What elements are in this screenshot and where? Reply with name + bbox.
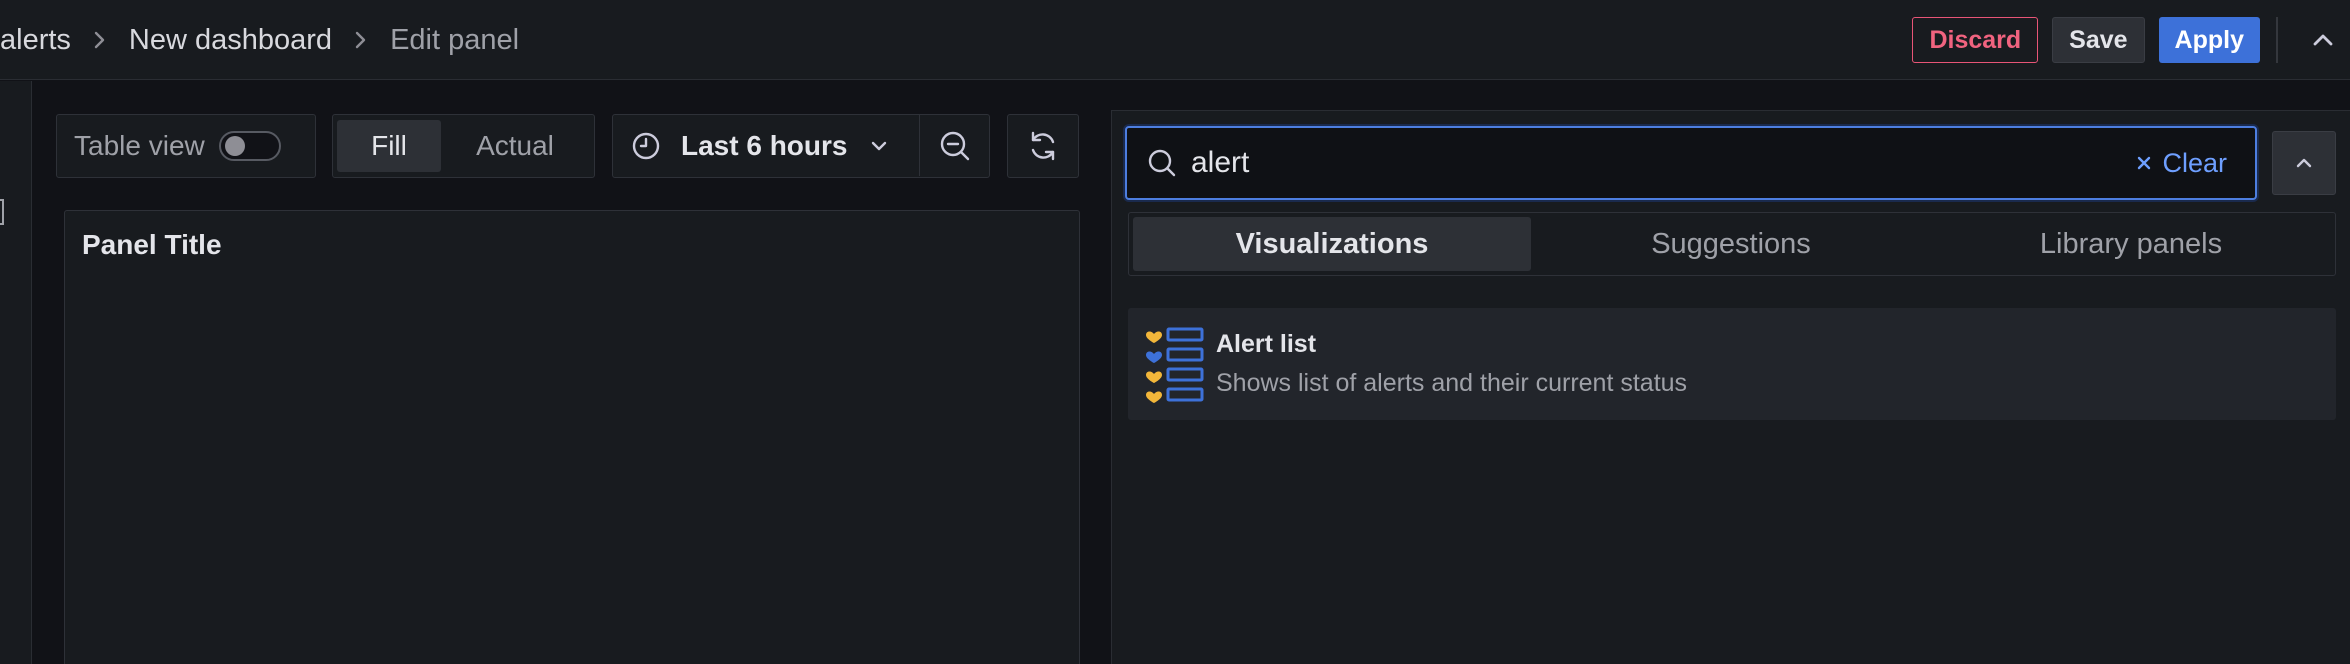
refresh-icon bbox=[1026, 129, 1060, 163]
tab-library-panels[interactable]: Library panels bbox=[1931, 217, 2331, 271]
actual-option[interactable]: Actual bbox=[441, 120, 589, 172]
left-sidebar-edge bbox=[0, 81, 32, 664]
table-view-control: Table view bbox=[56, 114, 316, 178]
discard-button[interactable]: Discard bbox=[1912, 17, 2039, 63]
collapse-toolbar-button[interactable] bbox=[2300, 17, 2346, 63]
fill-actual-switch: Fill Actual bbox=[332, 114, 595, 178]
collapse-options-button[interactable] bbox=[2272, 131, 2336, 195]
time-range-label: Last 6 hours bbox=[681, 130, 848, 161]
apply-button[interactable]: Apply bbox=[2158, 17, 2260, 63]
viz-result-alert-list[interactable]: Alert list Shows list of alerts and thei… bbox=[1128, 308, 2336, 420]
viz-result-text: Alert list Shows list of alerts and thei… bbox=[1216, 330, 1687, 398]
table-view-toggle[interactable] bbox=[218, 131, 281, 161]
breadcrumb-item-dashboard[interactable]: New dashboard bbox=[129, 24, 332, 57]
search-input[interactable]: alert Clear bbox=[1125, 126, 2257, 200]
sidebar-toggle-icon[interactable] bbox=[0, 199, 4, 225]
divider bbox=[2276, 17, 2278, 63]
chevron-up-icon bbox=[2311, 32, 2335, 48]
clear-search-button[interactable]: Clear bbox=[2136, 148, 2227, 179]
refresh-button[interactable] bbox=[1007, 114, 1079, 178]
chevron-right-icon bbox=[93, 30, 107, 50]
close-icon bbox=[2136, 155, 2152, 171]
top-actions: Discard Save Apply bbox=[1912, 0, 2350, 80]
breadcrumb-item-edit-panel: Edit panel bbox=[390, 23, 520, 56]
alert-list-icon bbox=[1146, 327, 1204, 403]
chevron-up-icon bbox=[2294, 156, 2314, 170]
time-range-picker[interactable]: Last 6 hours bbox=[612, 114, 990, 178]
viz-result-title: Alert list bbox=[1216, 330, 1317, 358]
toggle-knob bbox=[224, 136, 245, 156]
top-bar: alerts New dashboard Edit panel Discard … bbox=[0, 0, 2350, 80]
panel-title: Panel Title bbox=[82, 229, 222, 260]
search-value: alert bbox=[1191, 146, 1250, 179]
save-button[interactable]: Save bbox=[2052, 17, 2145, 63]
viz-result-description: Shows list of alerts and their current s… bbox=[1216, 369, 1688, 397]
chevron-down-icon bbox=[869, 139, 889, 153]
zoom-out-button[interactable] bbox=[919, 115, 989, 176]
clear-label: Clear bbox=[2162, 147, 2227, 178]
tab-suggestions[interactable]: Suggestions bbox=[1531, 217, 1931, 271]
table-view-label: Table view bbox=[74, 130, 205, 161]
viz-picker-tabs: Visualizations Suggestions Library panel… bbox=[1128, 212, 2336, 276]
breadcrumb-item-alerts[interactable]: alerts bbox=[0, 24, 71, 57]
clock-icon bbox=[631, 131, 661, 161]
zoom-out-icon bbox=[938, 129, 972, 163]
breadcrumb: alerts New dashboard Edit panel bbox=[0, 0, 519, 80]
tab-visualizations[interactable]: Visualizations bbox=[1133, 217, 1531, 271]
chevron-right-icon bbox=[354, 30, 368, 50]
panel-preview: Panel Title bbox=[64, 210, 1080, 664]
search-icon bbox=[1147, 148, 1177, 178]
fill-option[interactable]: Fill bbox=[337, 120, 441, 172]
